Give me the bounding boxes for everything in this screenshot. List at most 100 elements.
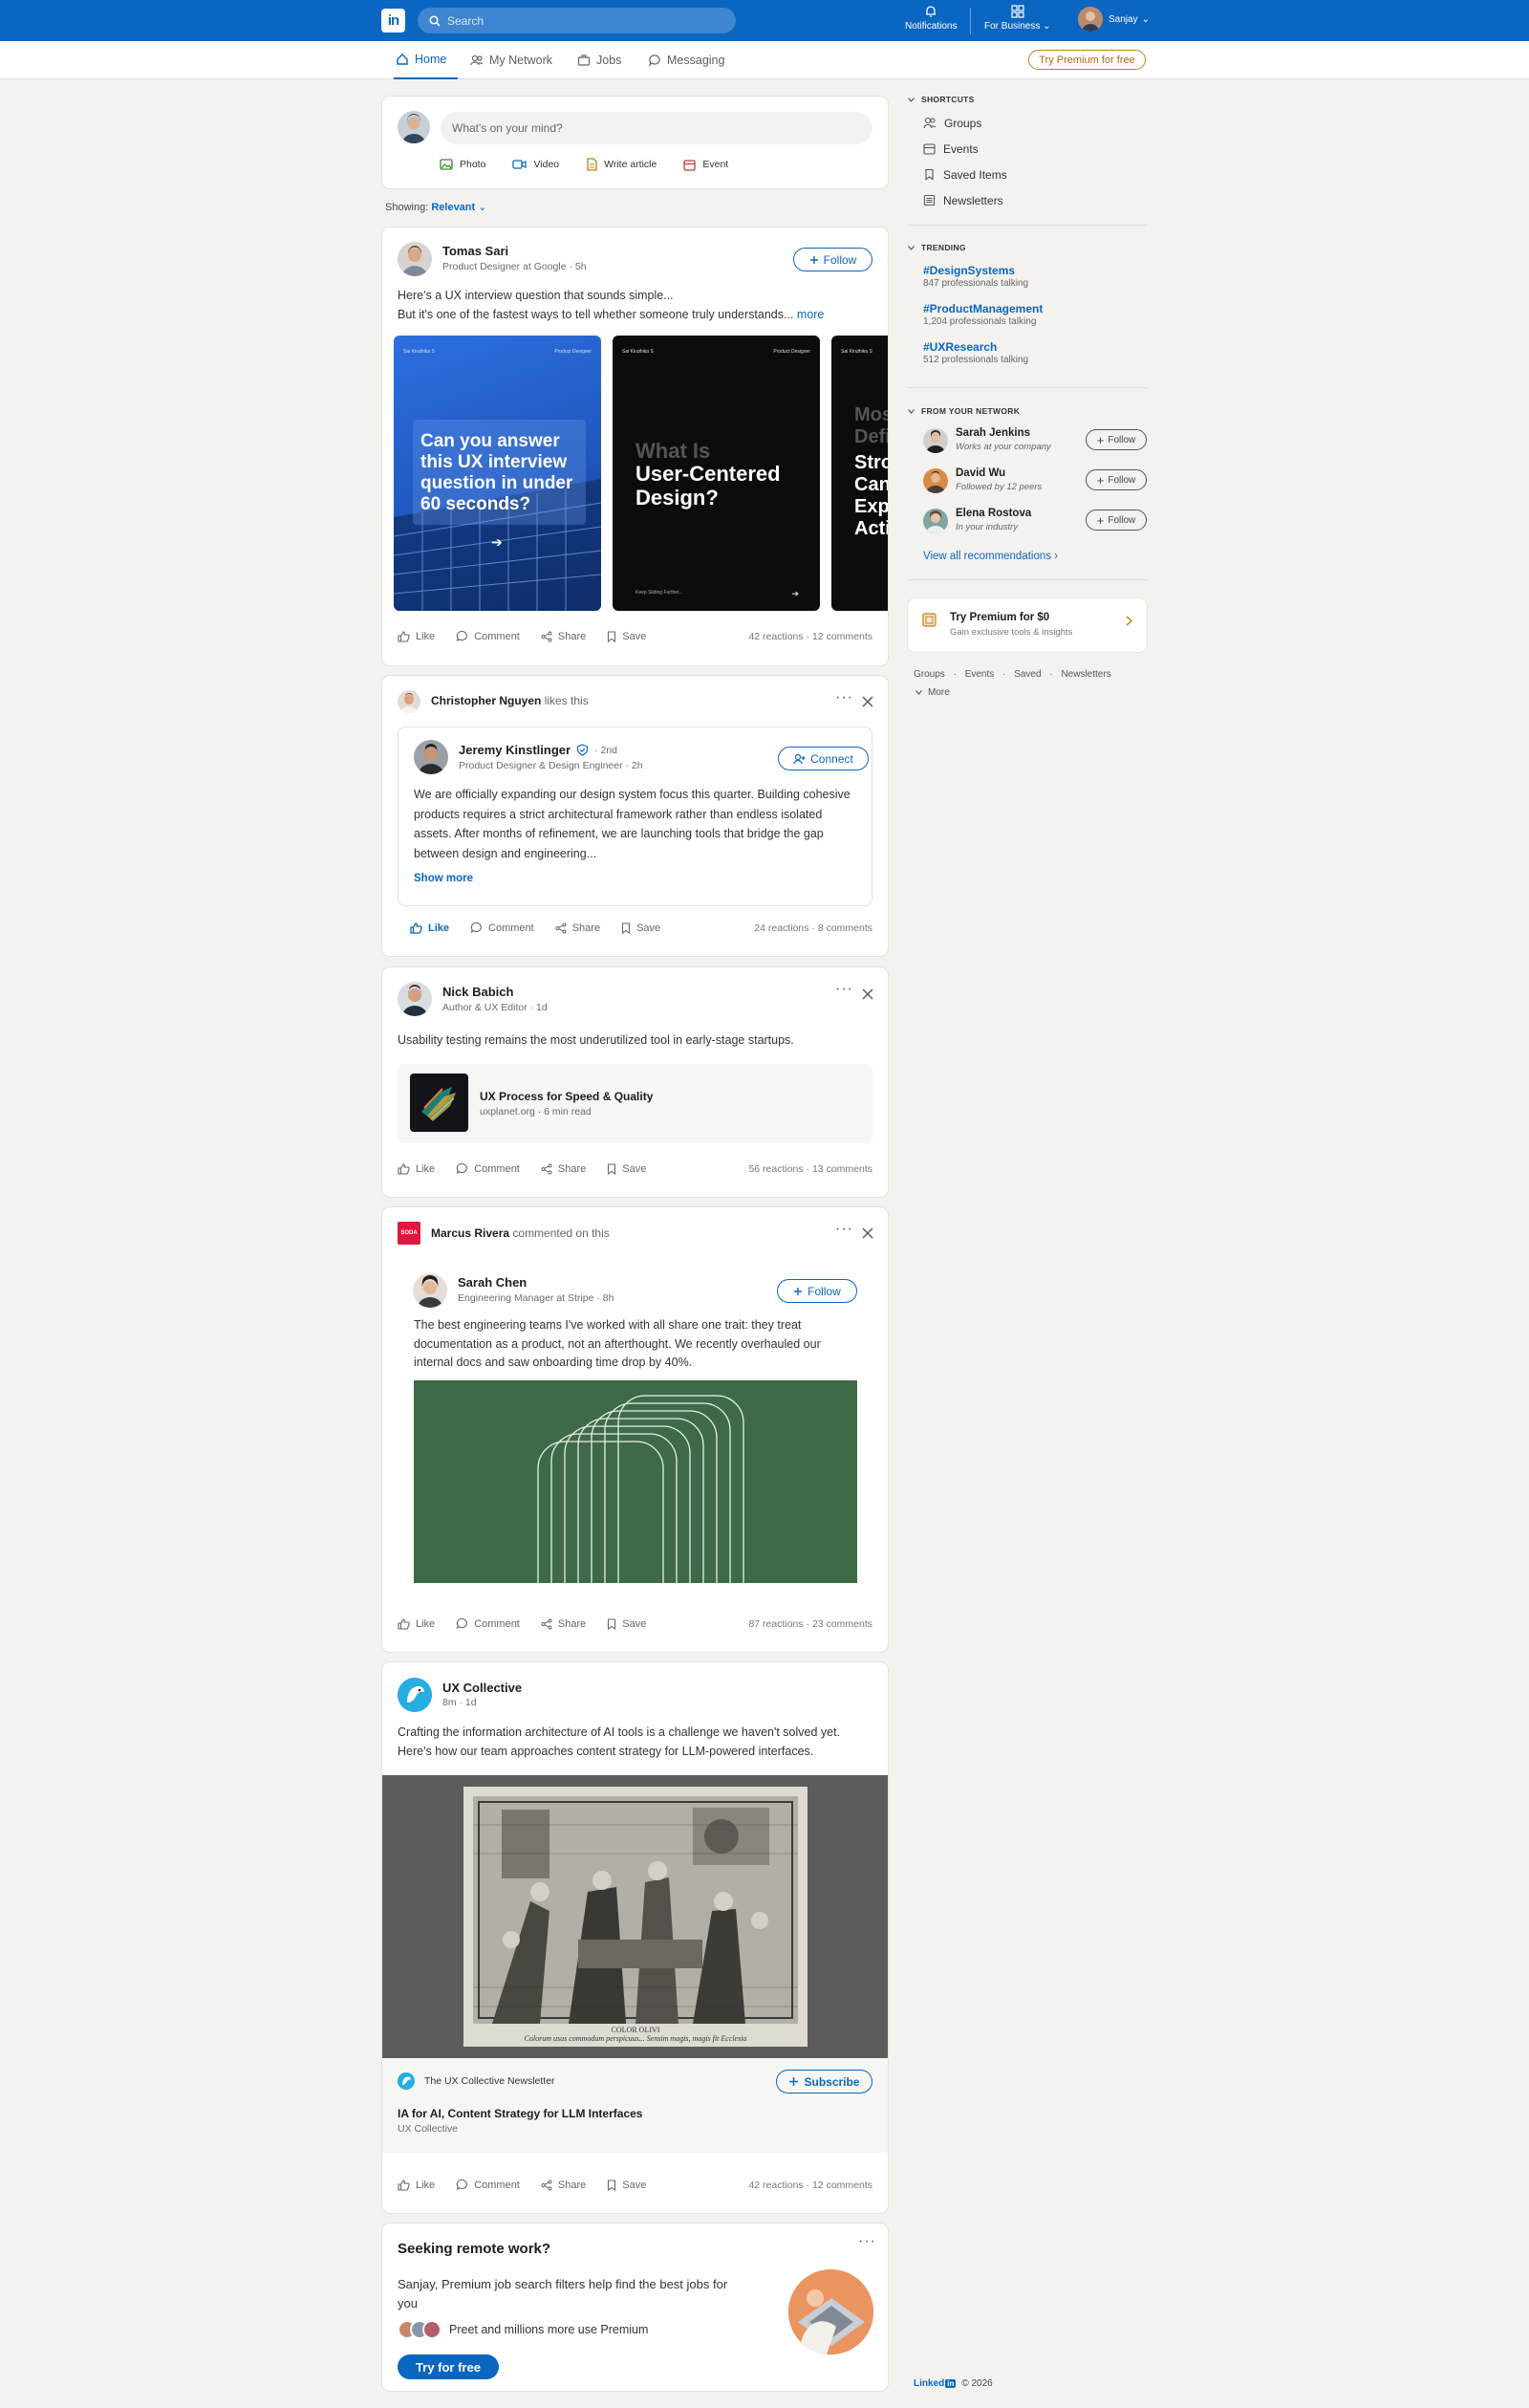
shortcut-saved-items[interactable]: Saved Items (923, 162, 1147, 187)
shortcuts-header[interactable]: SHORTCUTS (908, 95, 1147, 104)
footer-link[interactable]: Events (965, 669, 995, 680)
trending-item[interactable]: #UXResearch 512 professionals talking (908, 340, 1147, 365)
like-button[interactable]: Like (398, 631, 435, 642)
comment-button[interactable]: Comment (470, 922, 534, 934)
more-options-icon[interactable]: ··· (835, 689, 853, 706)
author-name[interactable]: Jeremy Kinstlinger (459, 743, 571, 757)
like-button[interactable]: Like (410, 922, 449, 934)
follow-button[interactable]: + Follow (1086, 429, 1147, 450)
show-more-link[interactable]: Show more (414, 873, 473, 884)
avatar[interactable] (413, 1273, 447, 1308)
tab-jobs[interactable]: Jobs (577, 41, 621, 79)
footer-link[interactable]: Groups (914, 669, 945, 680)
search-input[interactable]: Search (418, 8, 736, 33)
try-free-button[interactable]: Try for free (398, 2354, 499, 2379)
suggested-person[interactable]: David Wu Followed by 12 peers + Follow (923, 466, 1147, 495)
suggested-person[interactable]: Sarah Jenkins Works at your company + Fol… (923, 426, 1147, 455)
post-stats[interactable]: 42 reactions · 12 comments (748, 631, 872, 642)
shortcut-groups[interactable]: Groups (923, 110, 1147, 136)
carousel[interactable]: Sai Kiruthika S Product Designer Can you … (382, 336, 888, 611)
close-icon[interactable] (861, 1226, 874, 1240)
author-name[interactable]: Nick Babich (442, 985, 513, 999)
tab-home[interactable]: Home (394, 41, 458, 79)
save-button[interactable]: Save (607, 2180, 646, 2191)
post-image[interactable] (414, 1380, 857, 1583)
author-name[interactable]: UX Collective (442, 1681, 522, 1695)
event-button[interactable]: Event (683, 158, 728, 171)
more-menu[interactable]: More (915, 687, 950, 698)
share-button[interactable]: Share (541, 1163, 586, 1175)
subscribe-button[interactable]: Subscribe (776, 2070, 872, 2093)
more-options-icon[interactable]: ··· (835, 981, 853, 998)
article-title[interactable]: IA for AI, Content Strategy for LLM Inte… (398, 2107, 642, 2120)
post-stats[interactable]: 42 reactions · 12 comments (748, 2180, 872, 2191)
share-button[interactable]: Share (541, 1618, 586, 1630)
save-button[interactable]: Save (621, 922, 660, 934)
follow-button[interactable]: + Follow (1086, 510, 1147, 531)
network-header[interactable]: FROM YOUR NETWORK (908, 406, 1147, 416)
link-preview[interactable]: UX Process for Speed & Quality uxplanet.… (398, 1064, 872, 1143)
post-stats[interactable]: 24 reactions · 8 comments (754, 922, 872, 934)
footer-link[interactable]: Newsletters (1061, 669, 1110, 680)
follow-button[interactable]: Follow (793, 248, 872, 271)
write-article-button[interactable]: Write article (586, 158, 657, 171)
composer-input[interactable]: What's on your mind? (441, 112, 872, 144)
photo-button[interactable]: Photo (440, 158, 485, 171)
save-button[interactable]: Save (607, 631, 646, 642)
post-stats[interactable]: 56 reactions · 13 comments (748, 1163, 872, 1175)
actor-name[interactable]: Christopher Nguyen (431, 694, 541, 707)
trending-item[interactable]: #ProductManagement 1,204 professionals t… (908, 302, 1147, 327)
actor-name[interactable]: Marcus Rivera (431, 1226, 509, 1240)
more-options-icon[interactable]: ··· (858, 2233, 876, 2250)
post-image[interactable]: COLOR OLIVI Colorum usus commodum perspi… (382, 1775, 888, 2058)
company-logo[interactable]: SODA (398, 1222, 420, 1245)
more-options-icon[interactable]: ··· (835, 1221, 853, 1238)
avatar[interactable] (414, 740, 448, 774)
feed-filter[interactable]: Showing: Relevant ⌄ (385, 201, 486, 213)
like-button[interactable]: Like (398, 1163, 435, 1175)
carousel-slide[interactable]: Sai Kiruthika S Product Designer What Is … (613, 336, 820, 611)
comment-button[interactable]: Comment (456, 1162, 520, 1175)
me-menu[interactable]: Sanjay ⌄ (1078, 7, 1150, 32)
shortcut-newsletters[interactable]: Newsletters (923, 187, 1147, 213)
avatar[interactable] (398, 1678, 432, 1712)
avatar[interactable] (398, 690, 420, 713)
premium-sidebar-card[interactable]: Try Premium for $0 Gain exclusive tools … (908, 598, 1147, 652)
suggested-person[interactable]: Elena Rostova In your industry + Follow (923, 507, 1147, 535)
more-link[interactable]: more (797, 308, 824, 321)
like-button[interactable]: Like (398, 2180, 435, 2191)
newsletter-name[interactable]: The UX Collective Newsletter (424, 2075, 555, 2087)
comment-button[interactable]: Comment (456, 630, 520, 642)
post-stats[interactable]: 87 reactions · 23 comments (748, 1618, 872, 1630)
follow-button[interactable]: + Follow (1086, 469, 1147, 490)
newsletter-preview[interactable]: The UX Collective Newsletter Subscribe I… (382, 2058, 888, 2153)
video-button[interactable]: Video (512, 158, 559, 171)
shared-post[interactable]: Jeremy Kinstlinger · 2nd Product Designe… (398, 727, 872, 906)
shortcut-events[interactable]: Events (923, 136, 1147, 162)
close-icon[interactable] (861, 987, 874, 1001)
view-all-recommendations-link[interactable]: View all recommendations › (923, 551, 1058, 562)
share-button[interactable]: Share (541, 631, 586, 642)
comment-button[interactable]: Comment (456, 1617, 520, 1630)
connect-button[interactable]: Connect (778, 747, 869, 770)
follow-button[interactable]: Follow (777, 1279, 857, 1303)
close-icon[interactable] (861, 695, 874, 708)
author-name[interactable]: Sarah Chen (458, 1275, 527, 1290)
nav-for-business[interactable]: For Business ⌄ (984, 5, 1051, 32)
avatar[interactable] (398, 242, 432, 276)
trending-header[interactable]: TRENDING (908, 243, 1147, 252)
author-name[interactable]: Tomas Sari (442, 244, 508, 258)
carousel-slide[interactable]: Sai Kiruthika S Product Designer Can you … (394, 336, 601, 611)
tab-my-network[interactable]: My Network (470, 41, 552, 79)
footer-link[interactable]: Saved (1014, 669, 1041, 680)
carousel-slide[interactable]: Sai Kiruthika SProduct Designer Most Def… (831, 336, 888, 611)
trending-item[interactable]: #DesignSystems 847 professionals talking (908, 264, 1147, 289)
like-button[interactable]: Like (398, 1618, 435, 1630)
comment-button[interactable]: Comment (456, 2179, 520, 2191)
share-button[interactable]: Share (555, 922, 600, 934)
tab-messaging[interactable]: Messaging (648, 41, 724, 79)
avatar[interactable] (398, 982, 432, 1016)
save-button[interactable]: Save (607, 1618, 646, 1630)
try-premium-button[interactable]: Try Premium for free (1028, 50, 1146, 70)
linkedin-logo[interactable]: in (381, 9, 405, 33)
